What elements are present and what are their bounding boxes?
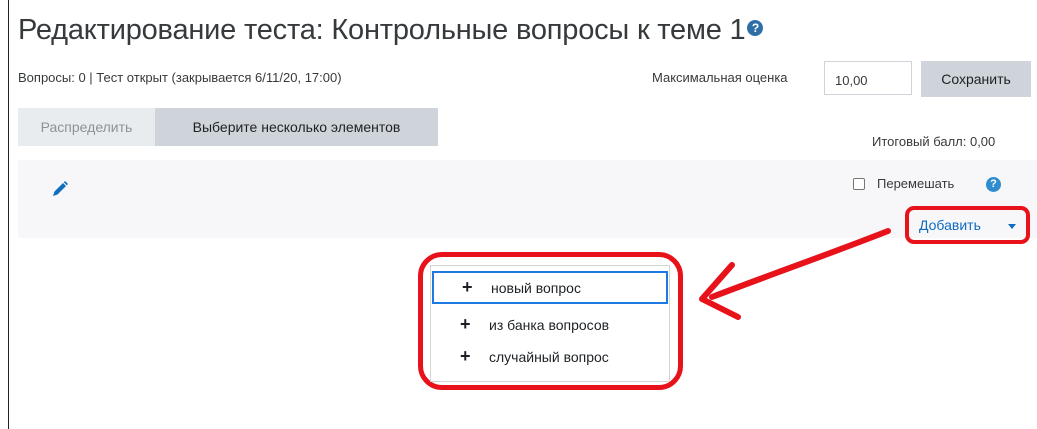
shuffle-label: Перемешать xyxy=(877,176,955,191)
menu-item-label: новый вопрос xyxy=(491,280,581,296)
select-multiple-button[interactable]: Выберите несколько элементов xyxy=(155,108,438,146)
plus-icon: + xyxy=(460,314,471,334)
repaginate-button[interactable]: Распределить xyxy=(18,108,155,146)
page-title-text: Редактирование теста: Контрольные вопрос… xyxy=(18,14,746,46)
menu-item-label: из банка вопросов xyxy=(489,317,610,333)
frame-border xyxy=(8,0,9,429)
annotation-arrow xyxy=(699,228,891,320)
caret-down-icon xyxy=(1008,224,1016,229)
menu-item-new-question[interactable]: + новый вопрос xyxy=(432,271,668,304)
help-icon[interactable]: ? xyxy=(986,177,1001,192)
plus-icon: + xyxy=(460,346,471,366)
total-marks: Итоговый балл: 0,00 xyxy=(872,134,996,149)
help-icon[interactable]: ? xyxy=(747,20,764,37)
add-button-label[interactable]: Добавить xyxy=(919,217,981,233)
plus-icon: + xyxy=(462,277,473,297)
quiz-status: Вопросы: 0 | Тест открыт (закрывается 6/… xyxy=(18,70,342,85)
menu-item-label: случайный вопрос xyxy=(489,349,609,365)
max-grade-label: Максимальная оценка xyxy=(652,70,788,85)
pencil-icon[interactable] xyxy=(51,180,69,198)
page-title: Редактирование теста: Контрольные вопрос… xyxy=(18,14,764,47)
max-grade-input[interactable]: 10,00 xyxy=(824,61,912,95)
menu-item-random-question[interactable]: + случайный вопрос xyxy=(432,342,668,375)
save-button[interactable]: Сохранить xyxy=(921,61,1031,97)
shuffle-checkbox[interactable] xyxy=(853,178,865,190)
menu-item-from-bank[interactable]: + из банка вопросов xyxy=(432,310,668,343)
